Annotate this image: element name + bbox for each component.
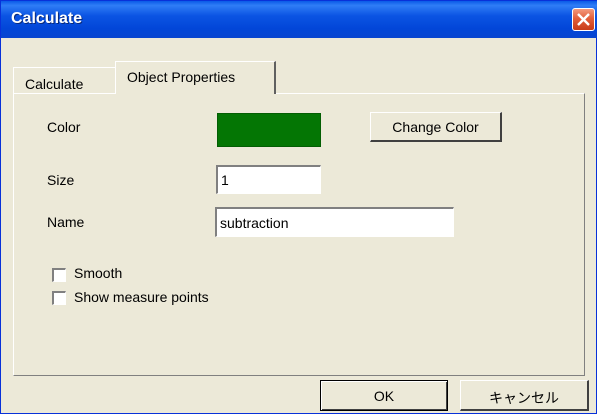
tab-object-properties-label: Object Properties — [127, 69, 236, 85]
window-title: Calculate — [11, 10, 83, 27]
cancel-button[interactable]: キャンセル — [460, 380, 589, 411]
smooth-label[interactable]: Smooth — [74, 265, 122, 281]
ok-button[interactable]: OK — [320, 380, 448, 411]
smooth-checkbox[interactable] — [52, 268, 66, 282]
size-label: Size — [47, 172, 75, 188]
color-swatch — [217, 113, 321, 147]
dialog-window: Calculate Calculate Object Properties Co… — [0, 0, 597, 414]
tab-calculate[interactable]: Calculate — [13, 67, 116, 93]
title-bar[interactable]: Calculate — [1, 1, 597, 38]
size-input[interactable] — [216, 165, 321, 194]
close-button[interactable] — [572, 8, 595, 31]
show-measure-points-checkbox[interactable] — [52, 291, 66, 305]
show-measure-points-label[interactable]: Show measure points — [74, 289, 209, 305]
color-label: Color — [47, 119, 81, 135]
tab-object-properties[interactable]: Object Properties — [115, 61, 276, 94]
name-label: Name — [47, 214, 85, 230]
change-color-button[interactable]: Change Color — [370, 112, 502, 142]
name-input[interactable] — [215, 207, 454, 237]
tab-calculate-label: Calculate — [25, 76, 84, 92]
